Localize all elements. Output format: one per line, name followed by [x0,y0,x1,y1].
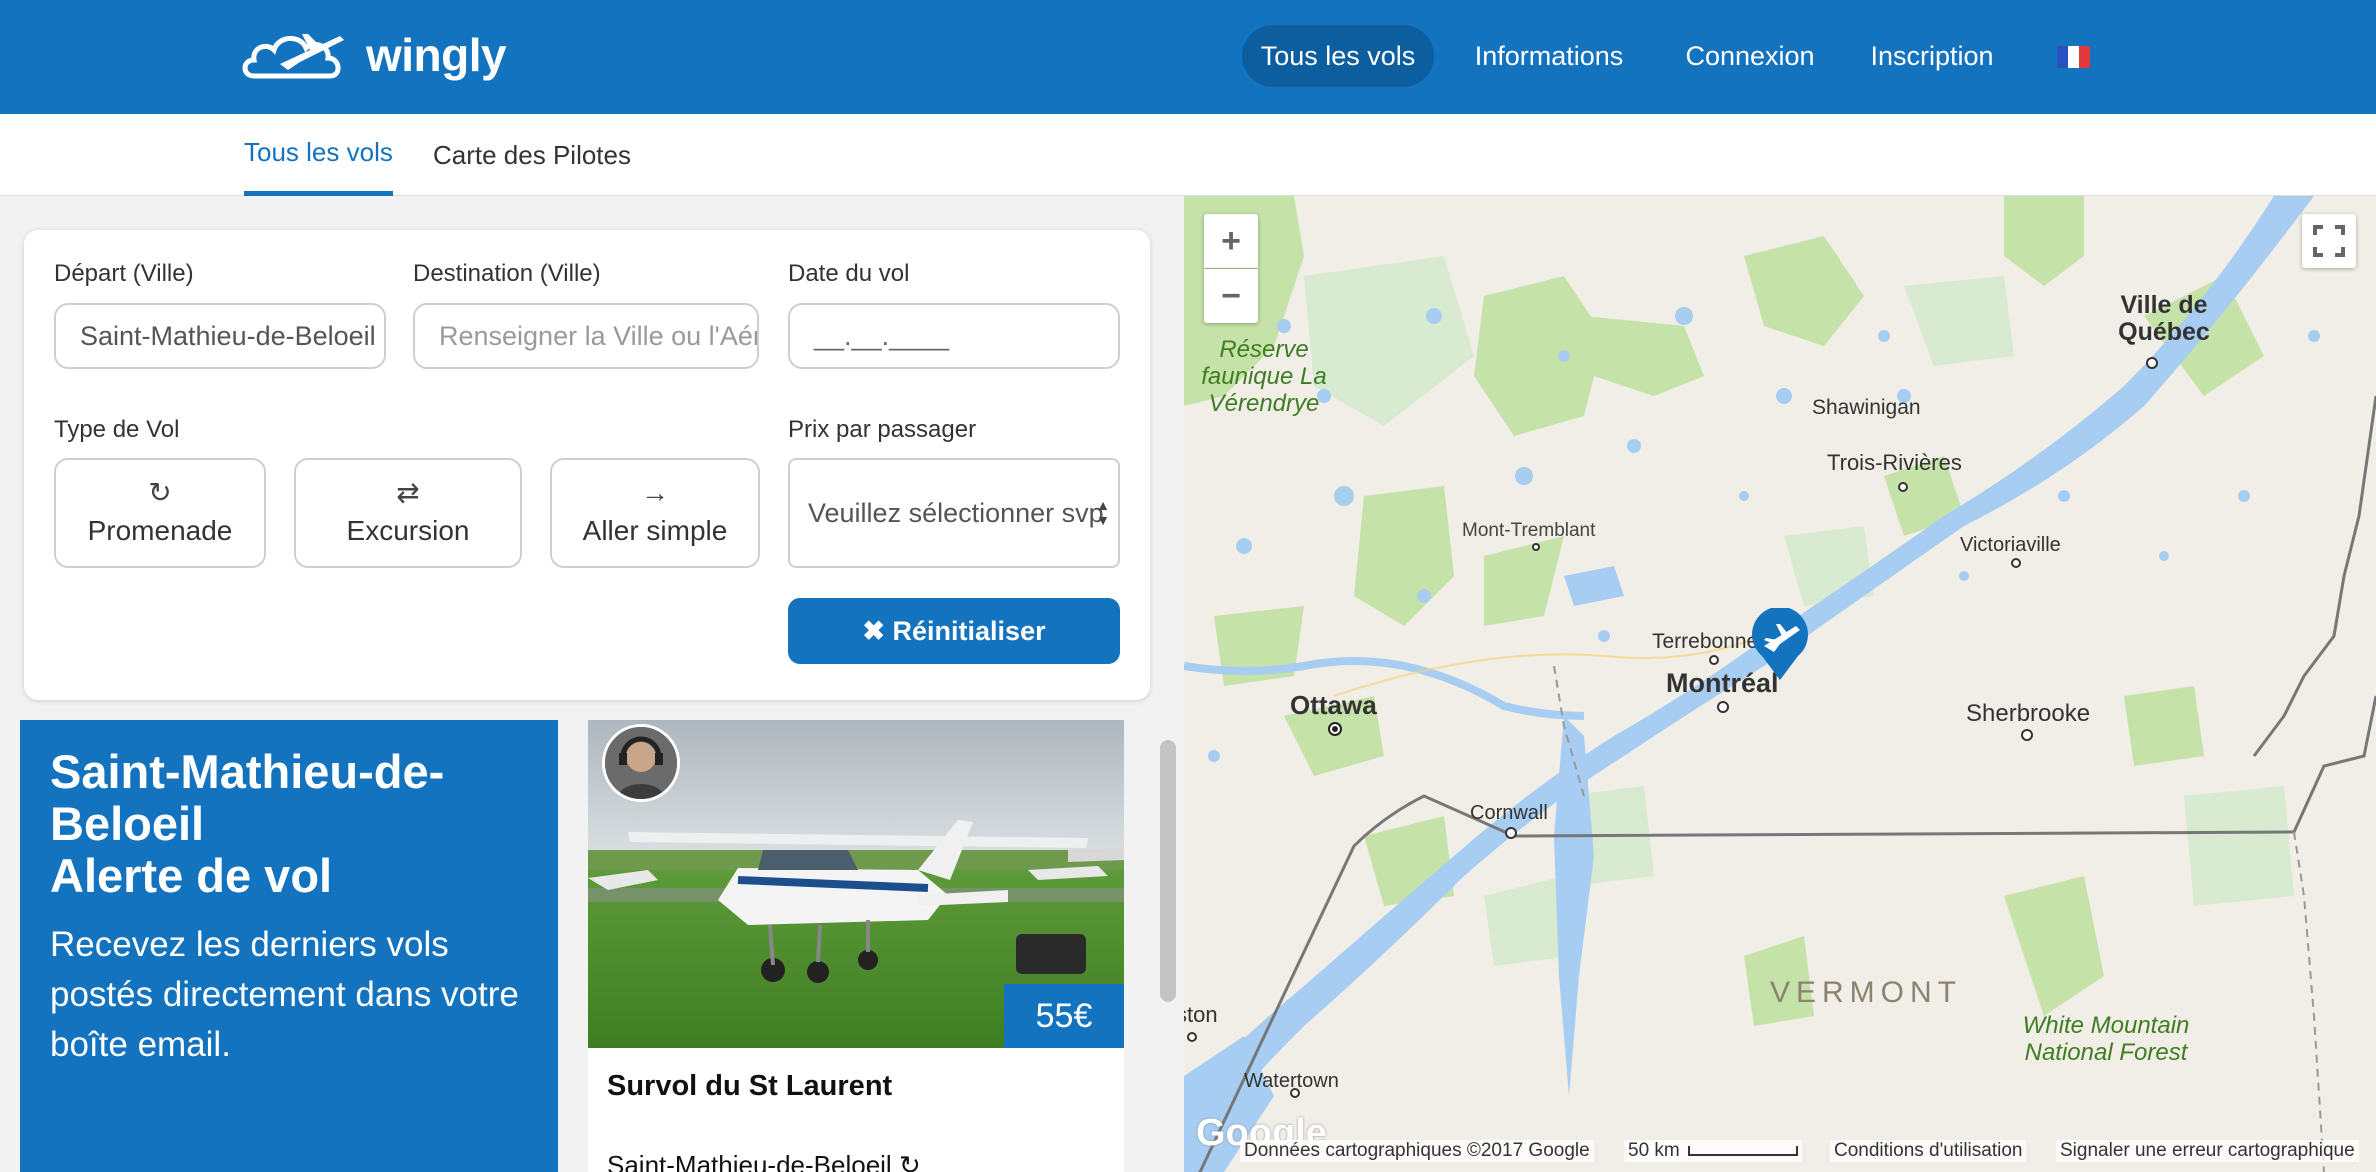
departure-input[interactable]: Saint-Mathieu-de-Beloeil [54,303,386,369]
type-excursion-button[interactable]: ⇄ Excursion [294,458,522,568]
map-label-sherbrooke: Sherbrooke [1966,700,2091,727]
map-label-watertown: Watertown [1244,1070,1339,1092]
price-select[interactable]: Veuillez sélectionner svp ▲ ▼ [788,458,1120,568]
alert-heading: Alerte de vol [50,849,333,902]
map-label-trois-rivieres: Trois-Rivières [1827,450,1962,475]
alert-text: Recevez les derniers vols postés directe… [50,925,519,1064]
date-label: Date du vol [788,260,910,287]
list-scrollbar[interactable] [1160,740,1176,1002]
map-label-cornwall: Cornwall [1470,802,1548,824]
map-label-mont-tremblant: Mont-Tremblant [1462,520,1596,541]
date-input[interactable]: __.__.____ [788,303,1120,369]
map-data-credit: Données cartographiques ©2017 Google [1240,1140,1594,1162]
flight-type-label: Type de Vol [54,416,180,443]
type-one-way-label: Aller simple [582,515,728,546]
brand-name: wingly [366,29,507,81]
nav-signup[interactable]: Inscription [1862,25,2002,87]
map-label-victoriaville: Victoriaville [1960,534,2061,556]
nav-all-flights[interactable]: Tous les vols [1242,25,1434,87]
destination-input[interactable]: Renseigner la Ville ou l'Aéroport [413,303,759,369]
type-promenade-label: Promenade [87,515,233,546]
map-terms-link[interactable]: Conditions d'utilisation [1830,1140,2027,1162]
map-footer: Données cartographiques ©2017 Google 50 … [1184,1136,2376,1172]
map-label-ottawa: Ottawa [1290,690,1377,720]
refresh-icon: ↻ [148,477,172,508]
flight-card[interactable]: 55€ Survol du St Laurent Saint-Mathieu-d… [588,720,1124,1172]
cloud-plane-logo-icon [242,34,344,79]
map-label-reserve: Réserve faunique La Vérendrye [1201,336,1327,417]
type-one-way-button[interactable]: → Aller simple [550,458,760,568]
plane-marker-icon[interactable] [1750,606,1810,680]
map-scale-text: 50 km [1628,1140,1680,1161]
select-arrows-icon: ▲ ▼ [1096,497,1110,528]
pilot-avatar[interactable] [602,724,680,802]
sub-navigation: Tous les vols Carte des Pilotes [0,114,2376,196]
price-select-value: Veuillez sélectionner svp [808,497,1104,528]
flight-alert-panel[interactable]: Saint-Mathieu-de-Beloeil Alerte de vol R… [20,720,558,1172]
zoom-in-button[interactable]: + [1204,214,1258,268]
map-label-terrebonne: Terrebonne [1652,630,1759,653]
type-promenade-button[interactable]: ↻ Promenade [54,458,266,568]
destination-label: Destination (Ville) [413,260,601,287]
exchange-icon: ⇄ [396,477,420,508]
map-label-vermont: VERMONT [1770,976,1962,1009]
map-label-kingston: Kingston [1184,1002,1218,1027]
tab-all-flights[interactable]: Tous les vols [244,114,393,196]
departure-label: Départ (Ville) [54,260,194,287]
zoom-out-button[interactable]: − [1204,269,1258,323]
map-scale: 50 km [1624,1140,1802,1162]
map[interactable]: Ville de Québec Réserve faunique La Vére… [1184,196,2376,1172]
map-label-shawinigan: Shawinigan [1812,396,1921,419]
type-excursion-label: Excursion [346,515,470,546]
price-label: Prix par passager [788,416,977,443]
map-report-error-link[interactable]: Signaler une erreur cartographique [2056,1140,2359,1162]
tab-pilot-map[interactable]: Carte des Pilotes [433,114,631,196]
flight-title[interactable]: Survol du St Laurent [607,1070,892,1103]
flight-price-badge: 55€ [1004,984,1124,1048]
french-flag-icon[interactable] [2057,46,2090,68]
flight-photo: 55€ [588,720,1124,1048]
scale-bar [1687,1146,1798,1156]
top-navbar: wingly Tous les vols Informations Connex… [0,0,2376,114]
reset-button[interactable]: ✖ Réinitialiser [788,598,1120,664]
arrow-right-icon: → [641,477,669,508]
refresh-icon: ↻ [898,1150,921,1172]
fullscreen-icon[interactable] [2302,214,2356,268]
flight-location: Saint-Mathieu-de-Beloeil ↻ [607,1150,921,1172]
logo[interactable]: wingly [240,20,507,90]
alert-city: Saint-Mathieu-de-Beloeil [50,745,445,850]
alert-title: Saint-Mathieu-de-Beloeil Alerte de vol [50,746,528,902]
flight-location-text: Saint-Mathieu-de-Beloeil [607,1150,892,1172]
nav-login[interactable]: Connexion [1680,25,1820,87]
map-label-quebec: Ville de Québec [2118,291,2210,346]
nav-informations[interactable]: Informations [1462,25,1636,87]
map-label-white-mountain: White Mountain National Forest [2022,1012,2190,1066]
